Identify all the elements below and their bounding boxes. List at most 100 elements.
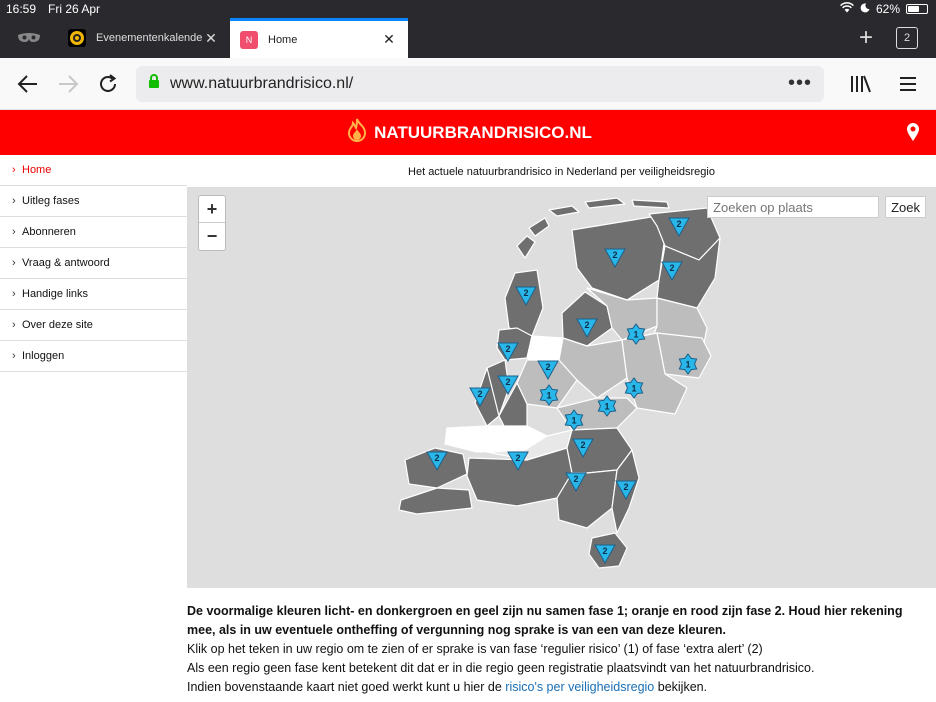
marker-phase-label: 1 xyxy=(604,402,609,412)
marker-phase-label: 2 xyxy=(545,362,550,372)
risks-per-region-link[interactable]: risico's per veiligheidsregio xyxy=(505,680,654,694)
map-zoom-control: + − xyxy=(198,195,226,251)
netherlands-map[interactable]: 2 2 2 2 2 1 2 1 2 2 2 1 1 1 1 2 2 2 2 2 2 xyxy=(187,188,936,588)
map-region xyxy=(631,199,670,209)
sidebar-item-label: Vraag & antwoord xyxy=(22,257,110,269)
battery-percent: 62% xyxy=(875,2,900,16)
url-text: www.natuurbrandrisico.nl/ xyxy=(170,74,354,92)
new-tab-plus-icon[interactable]: + xyxy=(846,24,886,52)
close-tab-icon[interactable]: ✕ xyxy=(202,30,220,47)
instruction-line: Klik op het teken in uw regio om te zien… xyxy=(187,642,763,656)
wifi-icon xyxy=(840,2,854,16)
sidebar-item-label: Uitleg fases xyxy=(22,195,80,207)
moon-icon xyxy=(860,2,870,16)
sidebar-item-abonneren[interactable]: › Abonneren xyxy=(0,217,187,248)
tab-evenementenkalender[interactable]: Evenementenkalender ✕ xyxy=(58,18,230,58)
reload-icon[interactable] xyxy=(88,64,128,104)
marker-phase-label: 2 xyxy=(612,250,617,260)
sidebar-item-handige-links[interactable]: › Handige links xyxy=(0,279,187,310)
back-arrow-icon[interactable] xyxy=(8,64,48,104)
chevron-right-icon: › xyxy=(12,164,16,176)
map-region xyxy=(526,335,564,364)
marker-phase-label: 2 xyxy=(434,453,439,463)
page-actions-icon[interactable]: ••• xyxy=(788,72,812,95)
battery-icon xyxy=(906,4,928,14)
sidebar-item-label: Over deze site xyxy=(22,319,93,331)
marker-phase-label: 1 xyxy=(685,360,690,370)
status-bar: 16:59 Fri 26 Apr 62% xyxy=(0,0,936,18)
chevron-right-icon: › xyxy=(12,195,16,207)
menu-icon[interactable] xyxy=(888,64,928,104)
lock-icon xyxy=(148,73,160,94)
marker-phase-label: 2 xyxy=(505,344,510,354)
sidebar-item-uitleg-fases[interactable]: › Uitleg fases xyxy=(0,186,187,217)
tab-title: Evenementenkalender xyxy=(96,32,202,44)
status-date: Fri 26 Apr xyxy=(48,2,101,16)
marker-phase-label: 2 xyxy=(669,263,674,273)
map-region xyxy=(548,205,580,217)
zoom-in-button[interactable]: + xyxy=(199,196,225,223)
natuurbrand-favicon-icon: N xyxy=(240,30,258,49)
no-phase-line: Als een regio geen fase kent betekent di… xyxy=(187,661,815,675)
marker-phase-label: 2 xyxy=(602,546,607,556)
fallback-text-end: bekijken. xyxy=(654,680,708,694)
marker-phase-label: 1 xyxy=(633,330,638,340)
marker-phase-label: 1 xyxy=(631,384,636,394)
sidebar-item-label: Inloggen xyxy=(22,350,65,362)
tab-home[interactable]: N Home ✕ xyxy=(230,18,408,58)
phase-notice: De voormalige kleuren licht- en donkergr… xyxy=(187,604,903,637)
site-header: NATUURBRANDRISICO.NL xyxy=(0,110,936,155)
marker-phase-label: 2 xyxy=(505,377,510,387)
marker-phase-label: 1 xyxy=(546,391,551,401)
fallback-line: Indien bovenstaande kaart niet goed werk… xyxy=(187,678,932,697)
evenementen-favicon-icon xyxy=(68,29,86,47)
map-region xyxy=(528,217,550,237)
map-region xyxy=(656,332,712,379)
sidebar-item-label: Handige links xyxy=(22,288,89,300)
map-search: Zoek xyxy=(707,196,926,218)
chevron-right-icon: › xyxy=(12,288,16,300)
tab-bar: Evenementenkalender ✕ N Home ✕ + 2 xyxy=(0,18,936,58)
sidebar-nav: › Home › Uitleg fases › Abonneren › Vraag & … xyxy=(0,155,187,372)
map-region xyxy=(584,197,626,209)
marker-phase-label: 2 xyxy=(523,288,528,298)
marker-phase-label: 2 xyxy=(623,482,628,492)
page-content: › Home › Uitleg fases › Abonneren › Vraag & … xyxy=(0,155,936,702)
location-pin-icon[interactable] xyxy=(906,122,920,147)
info-text: De voormalige kleuren licht- en donkergr… xyxy=(187,602,932,697)
private-mode-icon[interactable] xyxy=(0,18,58,58)
chevron-right-icon: › xyxy=(12,257,16,269)
place-search-input[interactable] xyxy=(707,196,880,218)
sidebar-item-over-deze-site[interactable]: › Over deze site xyxy=(0,310,187,341)
sidebar-item-label: Home xyxy=(22,164,52,176)
page-title: Het actuele natuurbrandrisico in Nederla… xyxy=(187,155,936,188)
risk-map[interactable]: 2 2 2 2 2 1 2 1 2 2 2 1 1 1 1 2 2 2 2 2 2 + − Zoek xyxy=(187,188,936,588)
status-time: 16:59 xyxy=(6,2,37,16)
tab-title: Home xyxy=(268,33,298,46)
logo-text: NATUURBRANDRISICO.NL xyxy=(374,122,592,142)
browser-toolbar: www.natuurbrandrisico.nl/ ••• xyxy=(0,58,936,110)
sidebar-item-inloggen[interactable]: › Inloggen xyxy=(0,341,187,372)
close-tab-icon[interactable]: ✕ xyxy=(380,31,398,48)
marker-phase-label: 1 xyxy=(571,416,576,426)
map-region xyxy=(504,269,544,337)
sidebar-item-label: Abonneren xyxy=(22,226,76,238)
sidebar-item-vraag-antwoord[interactable]: › Vraag & antwoord xyxy=(0,248,187,279)
marker-phase-label: 2 xyxy=(584,320,589,330)
library-icon[interactable] xyxy=(840,64,880,104)
url-bar[interactable]: www.natuurbrandrisico.nl/ ••• xyxy=(136,65,824,102)
zoom-out-button[interactable]: − xyxy=(199,223,225,250)
marker-phase-label: 2 xyxy=(573,474,578,484)
tab-count-button[interactable]: 2 xyxy=(896,27,918,49)
site-logo[interactable]: NATUURBRANDRISICO.NL xyxy=(344,117,592,148)
marker-phase-label: 2 xyxy=(676,219,681,229)
fallback-text: Indien bovenstaande kaart niet goed werk… xyxy=(187,680,506,694)
forward-arrow-icon[interactable] xyxy=(48,64,88,104)
chevron-right-icon: › xyxy=(12,350,16,362)
main-content: Het actuele natuurbrandrisico in Nederla… xyxy=(187,155,936,694)
search-button[interactable]: Zoek xyxy=(885,196,926,218)
map-region xyxy=(516,235,536,259)
chevron-right-icon: › xyxy=(12,226,16,238)
marker-phase-label: 2 xyxy=(515,453,520,463)
sidebar-item-home[interactable]: › Home xyxy=(0,155,187,186)
